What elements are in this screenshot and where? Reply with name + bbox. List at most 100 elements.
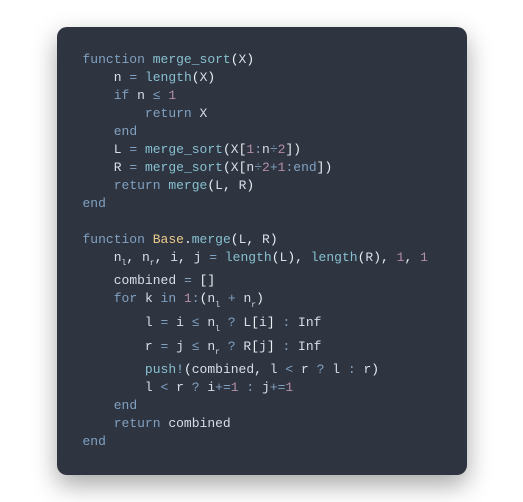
- code-token: n: [137, 88, 145, 103]
- code-token: ): [246, 178, 254, 193]
- code-token: X: [231, 142, 239, 157]
- code-token: ]: [267, 315, 275, 330]
- code-token: (: [223, 142, 231, 157]
- code-line: l < r ? i+=1 : j+=1: [83, 380, 294, 395]
- code-block: function merge_sort(X) n = length(X) if …: [83, 51, 441, 451]
- code-token: [83, 214, 91, 229]
- code-token: [262, 362, 270, 377]
- code-token: :: [275, 339, 298, 354]
- code-token: merge_sort: [145, 160, 223, 175]
- code-line: nl, nr, i, j = length(L), length(R), 1, …: [83, 250, 428, 265]
- code-token: n: [207, 339, 215, 354]
- code-token: [83, 273, 114, 288]
- code-token: =: [176, 273, 199, 288]
- code-token: [186, 250, 194, 265]
- code-token: r: [176, 380, 184, 395]
- code-token: ): [270, 232, 278, 247]
- code-token: l: [270, 362, 278, 377]
- code-card: function merge_sort(X) n = length(X) if …: [57, 27, 467, 475]
- code-token: return: [114, 178, 169, 193]
- code-token: (: [184, 362, 192, 377]
- code-token: :: [275, 315, 298, 330]
- code-token: i: [176, 315, 184, 330]
- code-token: r: [215, 348, 220, 357]
- code-token: length: [225, 250, 272, 265]
- code-token: 1: [184, 291, 192, 306]
- code-token: 2: [262, 160, 270, 175]
- code-token: k: [145, 291, 153, 306]
- code-token: ÷: [254, 160, 262, 175]
- code-token: :: [239, 380, 262, 395]
- code-token: ): [287, 250, 295, 265]
- code-token: n: [114, 70, 122, 85]
- code-token: j: [259, 339, 267, 354]
- code-token: =: [153, 315, 176, 330]
- code-line: end: [83, 124, 138, 139]
- code-line: R = merge_sort(X[n÷2+1:end]): [83, 160, 333, 175]
- code-line: return merge(L, R): [83, 178, 255, 193]
- code-token: (: [207, 178, 215, 193]
- code-token: l: [145, 315, 153, 330]
- code-token: r: [251, 301, 256, 310]
- code-token: ?: [220, 339, 243, 354]
- code-token: return: [114, 416, 169, 431]
- code-token: l: [145, 380, 153, 395]
- code-token: L: [114, 142, 122, 157]
- code-token: ÷: [270, 142, 278, 157]
- code-line: return X: [83, 106, 208, 121]
- code-token: .: [184, 232, 192, 247]
- code-token: function: [83, 232, 153, 247]
- code-token: ,: [223, 178, 231, 193]
- code-token: end: [114, 124, 137, 139]
- code-token: [83, 291, 114, 306]
- code-token: i: [207, 380, 215, 395]
- code-token: ,: [381, 250, 389, 265]
- code-token: merge: [192, 232, 231, 247]
- code-token: [83, 70, 114, 85]
- code-line: if n ≤ 1: [83, 88, 177, 103]
- code-token: [83, 416, 114, 431]
- code-token: ): [371, 362, 379, 377]
- code-token: [83, 250, 114, 265]
- code-line: function Base.merge(L, R): [83, 232, 278, 247]
- code-token: [83, 380, 145, 395]
- code-token: n: [142, 250, 150, 265]
- code-token: [231, 178, 239, 193]
- code-line: l = i ≤ nl ? L[i] : Inf: [83, 315, 322, 330]
- code-token: +: [270, 160, 278, 175]
- code-token: =: [122, 70, 145, 85]
- code-token: 1: [231, 380, 239, 395]
- code-token: L: [215, 178, 223, 193]
- code-token: ,: [126, 250, 134, 265]
- code-token: i: [170, 250, 178, 265]
- code-token: l: [215, 301, 220, 310]
- code-token: end: [83, 196, 106, 211]
- code-token: 1: [285, 380, 293, 395]
- code-token: function: [83, 52, 153, 67]
- code-token: ≤: [184, 315, 207, 330]
- code-token: +=: [215, 380, 231, 395]
- code-token: [: [251, 339, 259, 354]
- code-token: ?: [220, 315, 243, 330]
- code-token: n: [207, 315, 215, 330]
- code-token: +=: [270, 380, 286, 395]
- code-token: merge: [168, 178, 207, 193]
- code-token: (: [223, 160, 231, 175]
- code-token: r: [301, 362, 309, 377]
- code-token: :: [192, 291, 200, 306]
- code-line: [83, 214, 91, 229]
- code-token: r: [150, 259, 155, 268]
- code-token: ): [324, 160, 332, 175]
- code-token: ,: [295, 250, 303, 265]
- code-token: [83, 88, 114, 103]
- code-token: []: [200, 273, 216, 288]
- code-token: [303, 250, 311, 265]
- code-token: end: [83, 434, 106, 449]
- code-token: ): [256, 291, 264, 306]
- code-token: n: [114, 250, 122, 265]
- code-token: merge_sort: [153, 52, 231, 67]
- code-line: end: [83, 434, 106, 449]
- code-token: =: [122, 160, 145, 175]
- code-token: l: [215, 325, 220, 334]
- code-token: [412, 250, 420, 265]
